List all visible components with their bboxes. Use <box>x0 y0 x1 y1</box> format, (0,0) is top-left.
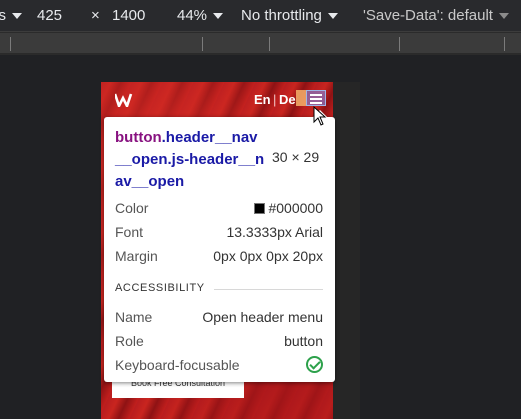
zoom-dropdown[interactable]: 44% <box>177 7 224 25</box>
a11y-key: Role <box>115 333 144 349</box>
selector-tag: button <box>115 129 162 146</box>
lang-separator: | <box>273 92 277 107</box>
property-value: 0px 0px 0px 20px <box>213 248 323 264</box>
property-key: Color <box>115 200 149 216</box>
pointer-cursor-icon <box>313 106 327 126</box>
ruler-tick <box>269 37 270 51</box>
margin-highlight <box>296 90 306 106</box>
a11y-value: Open header menu <box>202 309 323 325</box>
open-header-menu-button[interactable] <box>306 90 326 106</box>
zoom-value: 44% <box>177 7 208 24</box>
hamburger-icon <box>310 98 322 100</box>
dimensions-dropdown[interactable]: Dimensions <box>0 7 22 25</box>
chevron-down-icon <box>498 13 509 20</box>
height-input[interactable]: 1400 <box>112 7 145 25</box>
times-separator: × <box>91 7 100 24</box>
a11y-value: button <box>284 333 323 349</box>
throttling-dropdown[interactable]: No throttling <box>241 7 338 25</box>
ruler-tick <box>504 37 505 51</box>
lang-de-link[interactable]: De <box>279 92 296 107</box>
property-row-margin: Margin 0px 0px 0px 20px <box>115 247 323 265</box>
dimensions-dropdown-label: Dimensions <box>0 7 6 24</box>
element-dimensions: 30 × 29 <box>272 149 320 165</box>
throttling-value: No throttling <box>241 7 322 24</box>
hamburger-icon <box>310 94 322 96</box>
device-toolbar: Dimensions 425 × 1400 44% No throttling … <box>0 0 521 32</box>
hamburger-icon <box>310 102 322 104</box>
a11y-row-keyboard-focusable: Keyboard-focusable <box>115 356 323 374</box>
color-value: #000000 <box>268 200 323 216</box>
a11y-key: Name <box>115 309 153 325</box>
property-value: 13.3333px Arial <box>226 224 323 240</box>
chevron-down-icon <box>327 13 338 20</box>
ruler-tick <box>399 37 400 51</box>
lang-en-link[interactable]: En <box>254 92 271 107</box>
save-data-dropdown[interactable]: 'Save-Data': default <box>363 7 509 25</box>
property-key: Font <box>115 224 144 240</box>
property-value: #000000 <box>254 199 323 217</box>
ruler-tick <box>10 37 11 51</box>
property-key: Margin <box>115 248 158 264</box>
accessibility-heading: ACCESSIBILITY <box>115 282 205 294</box>
check-circle-icon <box>306 356 323 373</box>
element-selector: button.header__nav__open.js-header__nav_… <box>115 127 265 193</box>
property-row-font: Font 13.3333px Arial <box>115 223 323 241</box>
chevron-down-icon <box>213 13 224 20</box>
inspect-tooltip: button.header__nav__open.js-header__nav_… <box>104 110 335 382</box>
ruler <box>0 33 521 54</box>
a11y-row-role: Role button <box>115 332 323 350</box>
a11y-key: Keyboard-focusable <box>115 357 240 373</box>
save-data-value: 'Save-Data': default <box>363 7 493 24</box>
width-input[interactable]: 425 <box>37 7 62 25</box>
ruler-tick <box>202 37 203 51</box>
chevron-down-icon <box>12 13 22 20</box>
w-logo-icon[interactable] <box>115 93 135 107</box>
a11y-row-name: Name Open header menu <box>115 308 323 326</box>
property-row-color: Color #000000 <box>115 199 323 217</box>
color-swatch <box>254 203 266 214</box>
section-divider <box>214 289 323 290</box>
